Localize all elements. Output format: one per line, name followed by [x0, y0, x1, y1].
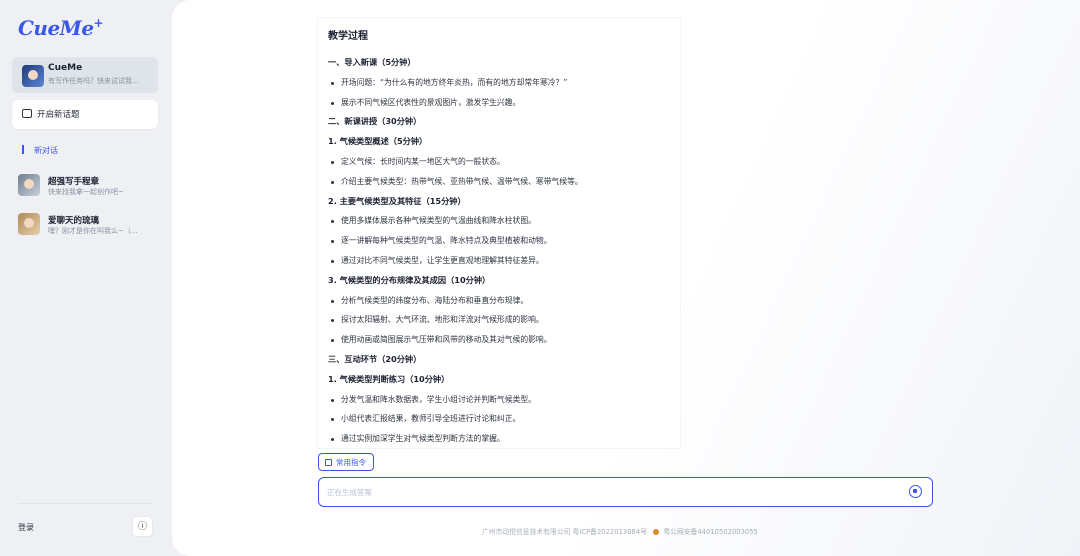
app-logo[interactable]: CueMe+: [18, 16, 104, 40]
section-indicator: [22, 145, 24, 154]
chat-bubble-icon: [22, 109, 32, 118]
conversation-item-writer[interactable]: 超强写手程章 快来找我拿一起创作吧~: [18, 172, 163, 200]
conversation-title: 爱聊天的琉璃: [48, 216, 100, 226]
conversation-subtitle: 快来找我拿一起创作吧~: [48, 188, 124, 196]
document-heading: 1. 气候类型概述（5分钟）: [328, 136, 428, 147]
sidebar: CueMe+ CueMe 有写作任务吗？快来试试我... 开启新话题 新对话 超…: [0, 0, 172, 556]
bot-subtitle: 有写作任务吗？快来试试我...: [48, 77, 139, 85]
document-heading: 1. 气候类型判断练习（10分钟）: [328, 373, 450, 384]
bot-card-cueme[interactable]: CueMe 有写作任务吗？快来试试我...: [12, 57, 158, 93]
common-commands-label: 常用指令: [336, 458, 366, 467]
answer-card: 教学过程 一、导入新课（5分钟） 开场问题：“为什么有的地方终年炎热，而有的地方却…: [318, 18, 680, 448]
document-bullet: 使用多媒体展示各种气候类型的气温曲线和降水柱状图。: [328, 211, 670, 231]
document-bullet: 分析气候类型的纬度分布、海陆分布和垂直分布规律。: [328, 291, 670, 311]
writer-avatar: [18, 174, 40, 196]
glass-avatar: [18, 213, 40, 235]
police-badge-icon: [653, 528, 660, 535]
command-icon: [325, 459, 332, 466]
document-bullet: 展示不同气候区代表性的景观图片，激发学生兴趣。: [328, 93, 670, 113]
document-title: 教学过程: [328, 31, 368, 42]
document-bullet: 分发气温和降水数据表，学生小组讨论并判断气候类型。: [328, 390, 670, 410]
info-icon[interactable]: ⓘ: [132, 516, 153, 537]
new-conversation-link[interactable]: 新对话: [34, 145, 58, 156]
document-bullet: 小组代表汇报结果，教师引导全班进行讨论和纠正。: [328, 409, 670, 429]
footer-police: 粤公网安备44010502003055: [663, 528, 758, 536]
message-input[interactable]: [327, 484, 887, 500]
common-commands-button[interactable]: 常用指令: [318, 453, 374, 471]
footer-company: 广州市动悦信息技术有限公司 粤ICP备2022013084号: [482, 528, 648, 536]
new-topic-label: 开启新话题: [37, 110, 80, 120]
document-heading: 2. 主要气候类型及其特征（15分钟）: [328, 195, 466, 206]
main-panel: 教学过程 一、导入新课（5分钟） 开场问题：“为什么有的地方终年炎热，而有的地方却…: [172, 0, 1080, 556]
conversation-subtitle: 嘿？刚才是你在叫我么~（...: [48, 227, 138, 235]
document-bullet: 通过对比不同气候类型，让学生更直观地理解其特征差异。: [328, 251, 670, 271]
bot-name: CueMe: [48, 63, 83, 73]
document-bullet: 介绍主要气候类型：热带气候、亚热带气候、温带气候、寒带气候等。: [328, 172, 670, 192]
document-bullet: 定义气候：长时间内某一地区大气的一般状态。: [328, 152, 670, 172]
document-bullet: 通过实例加深学生对气候类型判断方法的掌握。: [328, 429, 670, 449]
document-heading: 三、互动环节（20分钟）: [328, 353, 422, 364]
document-bullet: 使用动画或简图展示气压带和风带的移动及其对气候的影响。: [328, 330, 670, 350]
new-topic-button[interactable]: 开启新话题: [12, 100, 158, 129]
document-bullet: 开场问题：“为什么有的地方终年炎热，而有的地方却常年寒冷？”: [328, 73, 670, 93]
message-input-box[interactable]: [318, 477, 933, 507]
document-heading: 一、导入新课（5分钟）: [328, 57, 416, 67]
sidebar-divider: [18, 503, 152, 504]
footer: 广州市动悦信息技术有限公司 粤ICP备2022013084号 粤公网安备4401…: [482, 526, 758, 536]
document-body: 一、导入新课（5分钟） 开场问题：“为什么有的地方终年炎热，而有的地方却常年寒冷？…: [328, 53, 670, 449]
document-heading: 3. 气候类型的分布规律及其成因（10分钟）: [328, 274, 491, 285]
conversation-item-glass[interactable]: 爱聊天的琉璃 嘿？刚才是你在叫我么~（...: [18, 211, 163, 239]
document-heading: 二、新课讲授（30分钟）: [328, 116, 422, 127]
cueme-avatar: [22, 65, 44, 87]
conversation-title: 超强写手程章: [48, 177, 100, 187]
document-bullet: 逐一讲解每种气候类型的气温、降水特点及典型植被和动物。: [328, 231, 670, 251]
document-bullet: 探讨太阳辐射、大气环流、地形和洋流对气候形成的影响。: [328, 310, 670, 330]
login-link[interactable]: 登录: [18, 522, 34, 533]
stop-generating-icon[interactable]: [909, 485, 922, 498]
